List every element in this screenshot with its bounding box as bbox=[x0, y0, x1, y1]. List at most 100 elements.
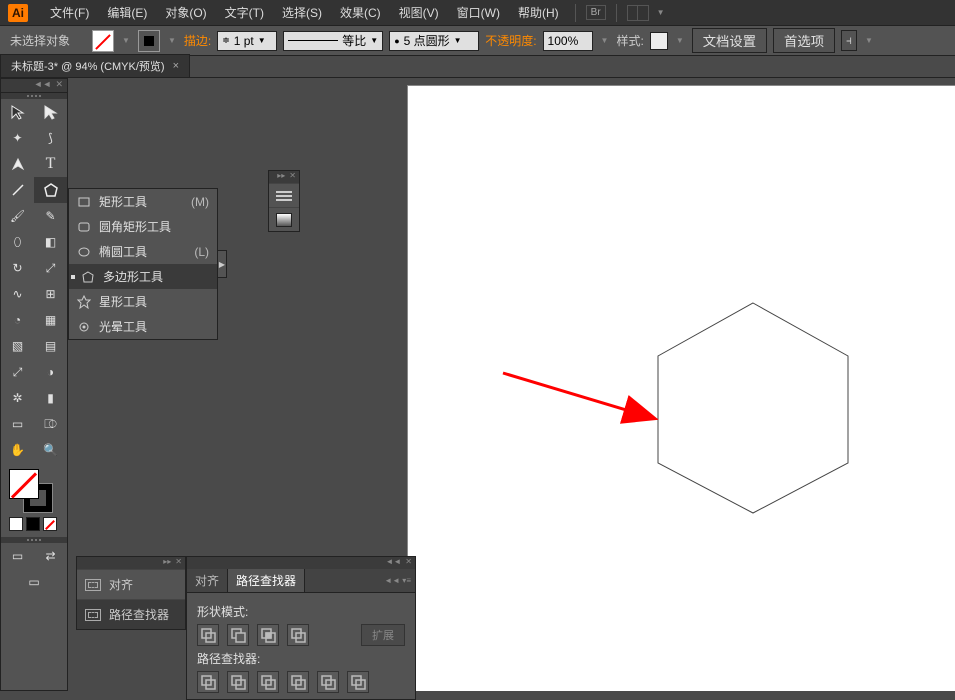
direct-selection-tool[interactable] bbox=[34, 99, 67, 125]
menu-type[interactable]: 文字(T) bbox=[219, 4, 270, 21]
flyout-flare[interactable]: 光晕工具 bbox=[69, 314, 217, 339]
hand-tool[interactable]: ✋ bbox=[1, 437, 34, 463]
selection-tool[interactable] bbox=[1, 99, 34, 125]
menu-view[interactable]: 视图(V) bbox=[393, 4, 445, 21]
stroke-weight-input[interactable]: ≑ 1 pt ▼ bbox=[217, 31, 277, 51]
column-graph-tool[interactable]: ▮ bbox=[34, 385, 67, 411]
document-setup-button[interactable]: 文档设置 bbox=[692, 28, 767, 53]
fill-stroke-indicator[interactable] bbox=[9, 469, 53, 513]
menu-edit[interactable]: 编辑(E) bbox=[101, 4, 153, 21]
pf-tab-pathfinder[interactable]: 路径查找器 bbox=[228, 569, 305, 592]
pf-minus-back[interactable] bbox=[347, 671, 369, 693]
menu-effect[interactable]: 效果(C) bbox=[334, 4, 387, 21]
panel-icon-brushes[interactable] bbox=[269, 183, 299, 207]
width-tool[interactable]: ∿ bbox=[1, 281, 34, 307]
workspace-layout-button[interactable] bbox=[627, 5, 649, 21]
menu-help[interactable]: 帮助(H) bbox=[512, 4, 565, 21]
pf-unite[interactable] bbox=[197, 624, 219, 646]
pf-exclude[interactable] bbox=[287, 624, 309, 646]
pf-tab-align[interactable]: 对齐 bbox=[187, 569, 228, 592]
paintbrush-tool[interactable]: 🖌 bbox=[1, 203, 34, 229]
document-tab[interactable]: 未标题-3* @ 94% (CMYK/预览) × bbox=[0, 54, 190, 77]
style-dropdown-icon[interactable]: ▼ bbox=[674, 36, 686, 45]
screen-mode-change[interactable]: ⇄ bbox=[34, 543, 67, 569]
brush-definition[interactable]: ● 5 点圆形 ▼ bbox=[389, 31, 479, 51]
blend-tool[interactable]: ◑ bbox=[34, 359, 67, 385]
symbol-sprayer-tool[interactable]: ✲ bbox=[1, 385, 34, 411]
flyout-polygon[interactable]: 多边形工具 bbox=[69, 264, 217, 289]
pf-close-icon[interactable]: ✕ bbox=[405, 557, 412, 569]
variable-width-profile[interactable]: 等比 ▼ bbox=[283, 31, 383, 51]
tools-panel-header[interactable]: ◄◄✕ bbox=[1, 79, 67, 93]
pf-collapse-icon[interactable]: ◄◄ bbox=[385, 557, 401, 569]
panel-close-icon[interactable]: ✕ bbox=[289, 171, 296, 183]
magic-wand-tool[interactable]: ✦ bbox=[1, 125, 34, 151]
blob-brush-tool[interactable]: ⬯ bbox=[1, 229, 34, 255]
document-tab-bar: 未标题-3* @ 94% (CMYK/预览) × bbox=[0, 56, 955, 78]
artboard-tool[interactable]: ▭ bbox=[1, 411, 34, 437]
gradient-mode-swatch[interactable] bbox=[26, 517, 40, 531]
dock-close-icon[interactable]: ✕ bbox=[175, 557, 182, 569]
dock-collapse-icon[interactable]: ▸▸ bbox=[163, 557, 171, 569]
pf-intersect[interactable] bbox=[257, 624, 279, 646]
close-tab-icon[interactable]: × bbox=[173, 60, 179, 72]
bridge-button[interactable]: Br bbox=[586, 5, 606, 20]
opacity-dropdown-icon[interactable]: ▼ bbox=[599, 36, 611, 45]
pf-divide[interactable] bbox=[197, 671, 219, 693]
flyout-rounded-rectangle[interactable]: 圆角矩形工具 bbox=[69, 214, 217, 239]
zoom-tool[interactable]: 🔍 bbox=[34, 437, 67, 463]
pf-merge[interactable] bbox=[257, 671, 279, 693]
workspace-dropdown-icon[interactable]: ▼ bbox=[657, 8, 665, 17]
tools-panel: ◄◄✕ ✦ ⟆ T 🖌 ✎ ⬯ ◧ ↻ ⤢ ∿ ⊞ ◔ ▦ ▧ ▤ ⤢ ◑ ✲ bbox=[0, 78, 68, 691]
menu-file[interactable]: 文件(F) bbox=[44, 4, 95, 21]
menu-window[interactable]: 窗口(W) bbox=[451, 4, 506, 21]
pencil-tool[interactable]: ✎ bbox=[34, 203, 67, 229]
draw-mode[interactable]: ▭ bbox=[1, 569, 67, 595]
stroke-swatch[interactable] bbox=[138, 30, 160, 52]
slice-tool[interactable]: ⎄ bbox=[34, 411, 67, 437]
dock-pathfinder-button[interactable]: 路径查找器 bbox=[77, 599, 185, 629]
flyout-ellipse[interactable]: 椭圆工具 (L) bbox=[69, 239, 217, 264]
perspective-grid-tool[interactable]: ▦ bbox=[34, 307, 67, 333]
preferences-button[interactable]: 首选项 bbox=[773, 28, 835, 53]
fill-color-box[interactable] bbox=[9, 469, 39, 499]
fill-swatch[interactable] bbox=[92, 30, 114, 52]
panel-icon-swatches[interactable] bbox=[269, 207, 299, 231]
type-tool[interactable]: T bbox=[34, 151, 67, 177]
panel-dock-group: ▸▸ ✕ 对齐 路径查找器 bbox=[76, 556, 186, 630]
hexagon-shape[interactable] bbox=[648, 298, 858, 518]
screen-mode-normal[interactable]: ▭ bbox=[1, 543, 34, 569]
free-transform-tool[interactable]: ⊞ bbox=[34, 281, 67, 307]
color-mode-swatch[interactable] bbox=[9, 517, 23, 531]
eraser-tool[interactable]: ◧ bbox=[34, 229, 67, 255]
pf-expand-button[interactable]: 扩展 bbox=[361, 624, 405, 646]
graphic-style-swatch[interactable] bbox=[650, 32, 668, 50]
rotate-tool[interactable]: ↻ bbox=[1, 255, 34, 281]
fill-dropdown-icon[interactable]: ▼ bbox=[120, 36, 132, 45]
menu-object[interactable]: 对象(O) bbox=[159, 4, 212, 21]
line-segment-tool[interactable] bbox=[1, 177, 34, 203]
pf-panel-menu-icon[interactable]: ◄◄ ▾≡ bbox=[380, 569, 415, 592]
stroke-dropdown-icon[interactable]: ▼ bbox=[166, 36, 178, 45]
gradient-tool[interactable]: ▤ bbox=[34, 333, 67, 359]
mesh-tool[interactable]: ▧ bbox=[1, 333, 34, 359]
pen-tool[interactable] bbox=[1, 151, 34, 177]
scale-tool[interactable]: ⤢ bbox=[34, 255, 67, 281]
opacity-input[interactable]: 100% bbox=[543, 31, 593, 51]
flyout-tearoff-icon[interactable]: ▶ bbox=[217, 250, 227, 278]
pf-minus-front[interactable] bbox=[227, 624, 249, 646]
flyout-rectangle[interactable]: 矩形工具 (M) bbox=[69, 189, 217, 214]
shape-builder-tool[interactable]: ◔ bbox=[1, 307, 34, 333]
pf-crop[interactable] bbox=[287, 671, 309, 693]
pf-trim[interactable] bbox=[227, 671, 249, 693]
align-to-button[interactable]: ⫞ bbox=[841, 30, 857, 51]
none-mode-swatch[interactable] bbox=[43, 517, 57, 531]
shape-tool[interactable] bbox=[34, 177, 67, 203]
flyout-star[interactable]: 星形工具 bbox=[69, 289, 217, 314]
menu-select[interactable]: 选择(S) bbox=[276, 4, 328, 21]
panel-collapse-icon[interactable]: ▸▸ bbox=[277, 171, 285, 183]
dock-align-button[interactable]: 对齐 bbox=[77, 569, 185, 599]
eyedropper-tool[interactable]: ⤢ bbox=[1, 359, 34, 385]
lasso-tool[interactable]: ⟆ bbox=[34, 125, 67, 151]
pf-outline[interactable] bbox=[317, 671, 339, 693]
